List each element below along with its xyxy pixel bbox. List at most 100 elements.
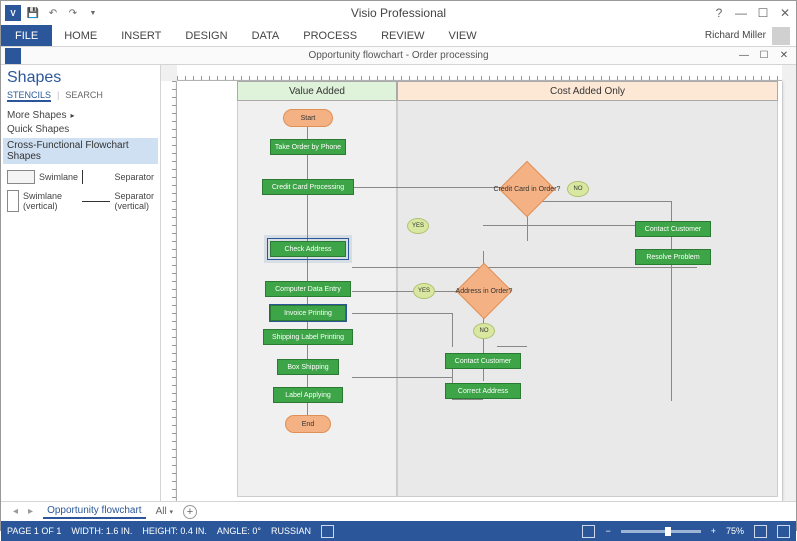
pill-yes-2[interactable]: YES [413, 283, 435, 299]
node-take-order[interactable]: Take Order by Phone [270, 139, 346, 155]
connector [483, 311, 484, 381]
node-shipping-label[interactable]: Shipping Label Printing [263, 329, 353, 345]
document-icon [5, 48, 21, 64]
node-contact-customer-2[interactable]: Contact Customer [445, 353, 521, 369]
tab-review[interactable]: REVIEW [369, 25, 436, 46]
pill-yes-1[interactable]: YES [407, 218, 429, 234]
node-correct-address[interactable]: Correct Address [445, 383, 521, 399]
page-tab-next-icon[interactable]: ▸ [28, 506, 33, 517]
node-resolve-problem[interactable]: Resolve Problem [635, 249, 711, 265]
search-tab[interactable]: SEARCH [65, 90, 103, 102]
stencils-tab[interactable]: STENCILS [7, 90, 51, 102]
node-check-address[interactable]: Check Address [270, 241, 346, 257]
visio-icon: V [5, 5, 21, 21]
quick-access-toolbar: V 💾 ↶ ↷ ▼ [5, 5, 101, 21]
connector [483, 225, 655, 226]
more-shapes-link[interactable]: More Shapes ▸ [7, 110, 154, 121]
active-stencil[interactable]: Cross-Functional Flowchart Shapes [3, 138, 158, 164]
pill-no-1[interactable]: NO [567, 181, 589, 197]
qat-dropdown-icon[interactable]: ▼ [85, 5, 101, 21]
redo-icon[interactable]: ↷ [65, 5, 81, 21]
zoom-in-button[interactable]: + [711, 526, 716, 536]
status-language[interactable]: RUSSIAN [271, 526, 311, 536]
connector [671, 261, 672, 401]
file-tab[interactable]: FILE [1, 25, 52, 46]
connector [527, 201, 671, 202]
flowchart: Value Added Cost Added Only [237, 81, 778, 497]
workspace: Shapes STENCILS | SEARCH More Shapes ▸ Q… [1, 65, 796, 501]
user-account[interactable]: Richard Miller [705, 25, 796, 46]
node-invoice-printing[interactable]: Invoice Printing [270, 305, 346, 321]
page-tab-prev-icon[interactable]: ◂ [13, 506, 18, 517]
horizontal-ruler [177, 65, 782, 81]
status-bar: PAGE 1 OF 1 WIDTH: 1.6 IN. HEIGHT: 0.4 I… [1, 521, 796, 541]
more-shapes-label: More Shapes [7, 110, 66, 121]
node-box-shipping[interactable]: Box Shipping [277, 359, 339, 375]
chevron-down-icon: ▾ [169, 509, 173, 516]
save-icon[interactable]: 💾 [25, 5, 41, 21]
connector [352, 313, 452, 314]
tab-data[interactable]: DATA [240, 25, 292, 46]
close-icon[interactable]: ✕ [778, 6, 792, 20]
doc-maximize-icon[interactable]: ☐ [758, 50, 770, 61]
swimlane-vertical-icon [7, 190, 19, 212]
doc-close-icon[interactable]: ✕ [778, 50, 790, 61]
shape-swimlane-vertical[interactable]: Swimlane (vertical) [7, 190, 78, 212]
lane-header-cost-added[interactable]: Cost Added Only [397, 81, 778, 101]
status-width: WIDTH: 1.6 IN. [71, 526, 132, 536]
macro-record-icon[interactable] [321, 525, 334, 538]
add-page-button[interactable]: + [183, 505, 197, 519]
page-tab-all[interactable]: All ▾ [156, 506, 173, 517]
zoom-level[interactable]: 75% [726, 526, 744, 536]
zoom-out-button[interactable]: − [605, 526, 610, 536]
node-start[interactable]: Start [283, 109, 333, 127]
shape-separator-vertical[interactable]: Separator (vertical) [82, 190, 154, 212]
fit-page-icon[interactable] [754, 525, 767, 538]
quick-shapes-link[interactable]: Quick Shapes [7, 124, 154, 135]
undo-icon[interactable]: ↶ [45, 5, 61, 21]
drawing-canvas[interactable]: Value Added Cost Added Only [177, 81, 782, 501]
chevron-right-icon: ▸ [70, 111, 74, 120]
shape-separator[interactable]: Separator [82, 170, 154, 184]
tab-insert[interactable]: INSERT [109, 25, 173, 46]
window-controls: ? — ☐ ✕ [712, 6, 792, 20]
tab-home[interactable]: HOME [52, 25, 109, 46]
help-icon[interactable]: ? [712, 6, 726, 20]
quick-shapes-label: Quick Shapes [7, 124, 69, 135]
doc-minimize-icon[interactable]: — [738, 50, 750, 61]
separator-vertical-icon [82, 201, 110, 202]
node-data-entry[interactable]: Computer Data Entry [265, 281, 351, 297]
maximize-icon[interactable]: ☐ [756, 6, 770, 20]
lane-value-added [237, 101, 397, 497]
tab-process[interactable]: PROCESS [291, 25, 369, 46]
pill-no-2[interactable]: NO [473, 323, 495, 339]
swimlane-icon [7, 170, 35, 184]
stencil-shapes-list: Swimlane Separator Swimlane (vertical) S… [7, 170, 154, 212]
presentation-mode-icon[interactable] [582, 525, 595, 538]
zoom-slider[interactable] [621, 530, 701, 533]
tab-design[interactable]: DESIGN [173, 25, 239, 46]
page-tab-active[interactable]: Opportunity flowchart [43, 504, 146, 519]
connector [352, 377, 452, 378]
lanes [237, 101, 778, 497]
node-credit-processing[interactable]: Credit Card Processing [262, 179, 354, 195]
node-label-applying[interactable]: Label Applying [273, 387, 343, 403]
lane-headers: Value Added Cost Added Only [237, 81, 778, 101]
lane-header-value-added[interactable]: Value Added [237, 81, 397, 101]
pan-zoom-icon[interactable] [777, 525, 790, 538]
vertical-scrollbar[interactable] [782, 81, 796, 501]
shapes-panel-tabs: STENCILS | SEARCH [7, 90, 154, 102]
connector [497, 346, 527, 347]
node-end[interactable]: End [285, 415, 331, 433]
document-title: Opportunity flowchart - Order processing [308, 50, 488, 61]
minimize-icon[interactable]: — [734, 6, 748, 20]
lane-cost-added [397, 101, 778, 497]
page-tabs: ◂ ▸ Opportunity flowchart All ▾ + [1, 501, 796, 521]
status-page: PAGE 1 OF 1 [7, 526, 61, 536]
user-name: Richard Miller [705, 30, 766, 41]
shape-swimlane[interactable]: Swimlane [7, 170, 78, 184]
tab-view[interactable]: VIEW [436, 25, 488, 46]
node-contact-customer-1[interactable]: Contact Customer [635, 221, 711, 237]
connector [452, 399, 483, 400]
app-title: Visio Professional [351, 6, 446, 20]
